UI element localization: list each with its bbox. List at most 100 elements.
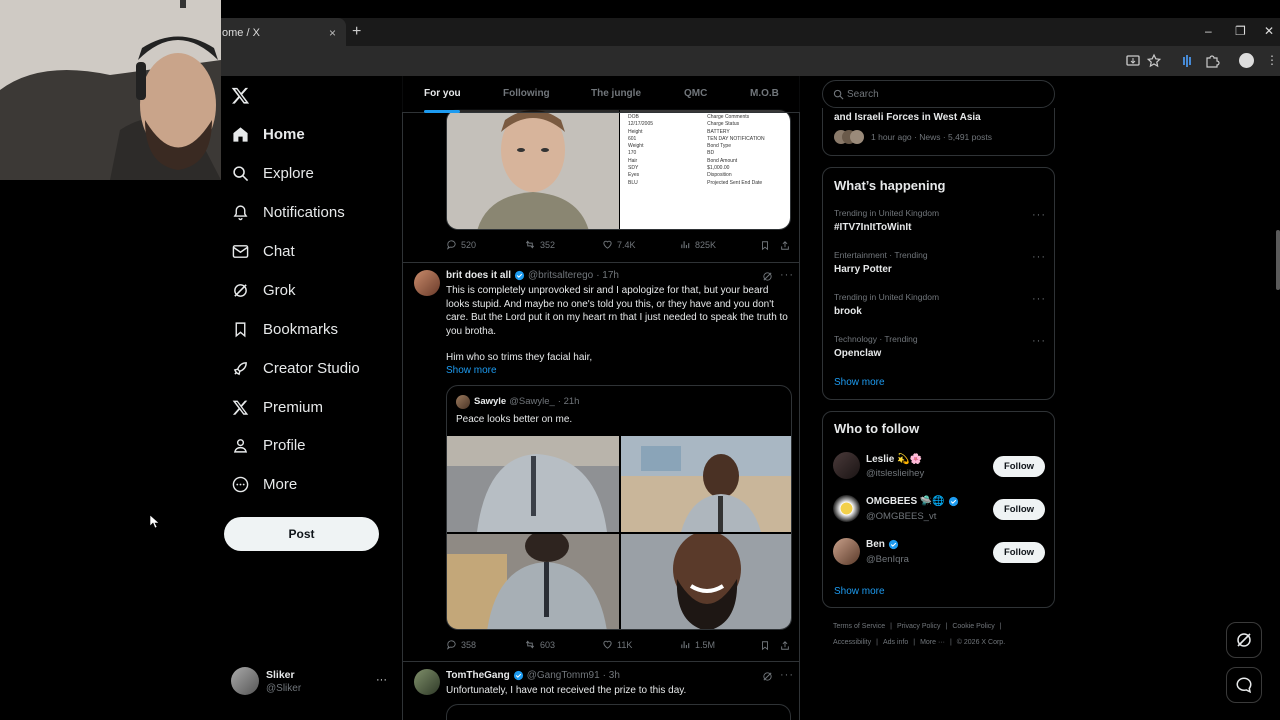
- post-more-icon[interactable]: ···: [780, 669, 794, 681]
- like-count: 7.4K: [617, 239, 636, 250]
- nav-profile[interactable]: Profile: [232, 427, 306, 463]
- tab-following[interactable]: Following: [503, 88, 550, 99]
- footer-copyright: © 2026 X Corp.: [956, 639, 1006, 646]
- post-author-handle[interactable]: @britsalterego: [528, 270, 593, 281]
- post-media-grid[interactable]: DOB 12/17/2005 Height 601 Weight 170 Hai…: [446, 109, 791, 230]
- post-time[interactable]: · 3h: [603, 670, 620, 681]
- views-button[interactable]: 825K: [680, 239, 716, 250]
- browser-menu-icon[interactable]: ⋮: [1266, 53, 1278, 67]
- nav-home[interactable]: Home: [232, 116, 305, 152]
- star-icon[interactable]: [1146, 53, 1162, 69]
- like-button[interactable]: 7.4K: [602, 239, 636, 250]
- nav-grok[interactable]: Grok: [232, 272, 296, 308]
- quoted-post[interactable]: Sawyle @Sawyle_ · 21h Peace looks better…: [446, 385, 792, 630]
- nav-notifications[interactable]: Notifications: [232, 194, 345, 230]
- mugshot-document: DOB 12/17/2005 Height 601 Weight 170 Hai…: [620, 110, 790, 229]
- follow-suggestion[interactable]: Leslie 💫🌸 @itsleslieihey Follow: [823, 448, 1056, 484]
- trend-more-icon[interactable]: ···: [1032, 335, 1046, 347]
- share-icon[interactable]: [780, 240, 790, 251]
- x-logo-icon[interactable]: [231, 86, 250, 105]
- nav-bookmarks[interactable]: Bookmarks: [232, 311, 338, 347]
- grok-icon[interactable]: [762, 671, 773, 682]
- follow-suggestion[interactable]: OMGBEES 🛸🌐 @OMGBEES_vt Follow: [823, 491, 1056, 527]
- quoted-photo-3[interactable]: [447, 534, 619, 630]
- close-window-icon[interactable]: ✕: [1264, 24, 1274, 38]
- messages-floating-button[interactable]: [1226, 667, 1262, 703]
- tab-mob[interactable]: M.O.B: [750, 88, 779, 99]
- audio-extension-icon[interactable]: [1179, 53, 1195, 69]
- footer-privacy[interactable]: Privacy Policy: [897, 623, 941, 630]
- tab-for-you[interactable]: For you: [424, 88, 461, 99]
- footer-more[interactable]: More ···: [920, 639, 945, 646]
- browser-tab[interactable]: ome / X: [214, 18, 346, 46]
- follow-button[interactable]: Follow: [993, 499, 1045, 520]
- trends-show-more[interactable]: Show more: [834, 377, 885, 388]
- footer-accessibility[interactable]: Accessibility: [833, 639, 871, 646]
- quoted-author-handle: @Sawyle_: [509, 396, 555, 407]
- timeline[interactable]: DOB 12/17/2005 Height 601 Weight 170 Hai…: [402, 76, 800, 720]
- post-time[interactable]: · 17h: [596, 270, 619, 281]
- trend-item[interactable]: Trending in United Kingdom #ITV7InItToWi…: [823, 204, 1056, 242]
- repost-button[interactable]: 603: [524, 639, 555, 650]
- follow-suggestion[interactable]: Ben @BenIqra Follow: [823, 534, 1056, 570]
- search-bar[interactable]: Search: [822, 80, 1055, 108]
- show-more-link[interactable]: Show more: [446, 364, 497, 378]
- quoted-photo-4[interactable]: [621, 534, 792, 630]
- post-media-preview[interactable]: [446, 704, 791, 720]
- trend-more-icon[interactable]: ···: [1032, 251, 1046, 263]
- account-more-icon[interactable]: ···: [376, 674, 387, 686]
- nav-more-label: More: [263, 475, 298, 493]
- footer-ads-info[interactable]: Ads info: [883, 639, 908, 646]
- browser-profile-avatar[interactable]: [1239, 53, 1254, 68]
- trend-item[interactable]: Trending in United Kingdom brook ···: [823, 286, 1056, 324]
- minimize-icon[interactable]: –: [1205, 24, 1212, 38]
- install-app-icon[interactable]: [1125, 53, 1141, 69]
- nav-more[interactable]: More: [232, 466, 297, 502]
- quoted-photo-1[interactable]: [447, 436, 619, 532]
- repost-button[interactable]: 352: [524, 239, 555, 250]
- bookmark-icon[interactable]: [760, 240, 770, 251]
- grok-icon[interactable]: [762, 271, 773, 282]
- scrollbar-thumb[interactable]: [1276, 230, 1280, 290]
- share-icon[interactable]: [780, 640, 790, 651]
- footer-cookie[interactable]: Cookie Policy: [952, 623, 994, 630]
- bookmark-icon[interactable]: [760, 640, 770, 651]
- follow-button[interactable]: Follow: [993, 542, 1045, 563]
- suggestion-handle: @itsleslieihey: [866, 468, 925, 479]
- post-more-icon[interactable]: ···: [780, 269, 794, 281]
- post-author-handle[interactable]: @GangTomm91: [527, 670, 600, 681]
- nav-premium[interactable]: Premium: [232, 389, 323, 425]
- post-button[interactable]: Post: [224, 517, 379, 551]
- tab-qmc[interactable]: QMC: [684, 88, 707, 99]
- new-tab-button[interactable]: +: [352, 23, 361, 41]
- reply-button[interactable]: 358: [446, 639, 476, 650]
- restore-icon[interactable]: ❐: [1235, 24, 1246, 38]
- follow-button[interactable]: Follow: [993, 456, 1045, 477]
- quoted-media-grid[interactable]: [447, 436, 792, 630]
- footer-terms[interactable]: Terms of Service: [833, 623, 885, 630]
- puzzle-icon[interactable]: [1204, 53, 1220, 69]
- trend-more-icon[interactable]: ···: [1032, 209, 1046, 221]
- nav-chat[interactable]: Chat: [232, 233, 295, 269]
- reply-button[interactable]: 520: [446, 239, 476, 250]
- tab-the-jungle[interactable]: The jungle: [591, 88, 641, 99]
- nav-creator-studio[interactable]: Creator Studio: [232, 350, 360, 386]
- tab-close-icon[interactable]: ×: [329, 26, 336, 40]
- post-author-name[interactable]: brit does it all: [446, 270, 511, 281]
- nav-explore[interactable]: Explore: [232, 155, 314, 191]
- news-card[interactable]: and Israeli Forces in West Asia 1 hour a…: [822, 108, 1055, 156]
- account-switcher[interactable]: Sliker @Sliker ···: [231, 667, 391, 699]
- post-text-continued: Him who so trims they facial hair,: [446, 352, 593, 363]
- follow-show-more[interactable]: Show more: [834, 586, 885, 597]
- trend-item[interactable]: Entertainment · Trending Harry Potter ··…: [823, 245, 1056, 283]
- quoted-photo-2[interactable]: [621, 436, 792, 532]
- views-button[interactable]: 1.5M: [680, 639, 715, 650]
- trend-item[interactable]: Technology · Trending Openclaw ···: [823, 327, 1056, 365]
- post-author-avatar[interactable]: [414, 270, 440, 296]
- grok-floating-button[interactable]: [1226, 622, 1262, 658]
- post-author-name[interactable]: TomTheGang: [446, 670, 510, 681]
- like-button[interactable]: 11K: [602, 639, 632, 650]
- mugshot-image[interactable]: [447, 110, 619, 229]
- post-author-avatar[interactable]: [414, 669, 440, 695]
- trend-more-icon[interactable]: ···: [1032, 293, 1046, 305]
